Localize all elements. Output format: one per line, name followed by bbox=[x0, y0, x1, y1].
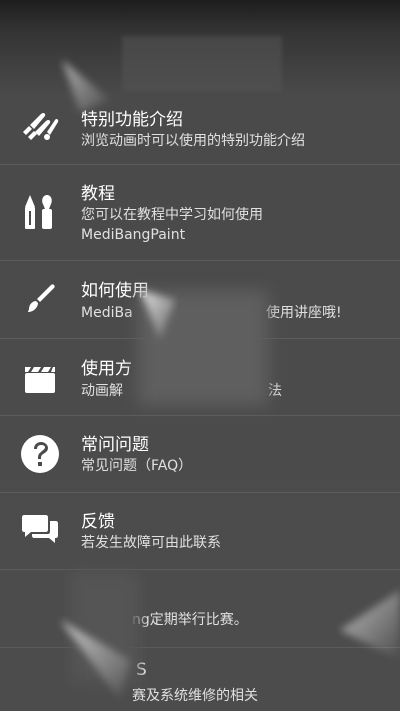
item-title: 如何使用 bbox=[81, 281, 149, 301]
item-description: 若发生故障可由此联系 bbox=[81, 535, 221, 551]
item-title: 特别功能介绍 bbox=[81, 110, 183, 130]
item-description-right: 使用讲座哦! bbox=[266, 305, 342, 321]
item-description-right: 法 bbox=[268, 383, 282, 399]
item-description-left: MediBa bbox=[81, 305, 133, 321]
item-description: 常见问题（FAQ） bbox=[81, 458, 193, 474]
item-description-line2: MediBangPaint bbox=[81, 227, 186, 243]
pencil-brush-icon bbox=[18, 191, 62, 235]
menu-item-usage[interactable]: 使用方 动画解 法 bbox=[0, 339, 400, 416]
menu-item-special-features[interactable]: 特别功能介绍 浏览动画时可以使用的特别功能介绍 bbox=[0, 88, 400, 165]
item-title: S bbox=[136, 660, 147, 680]
menu-item-feedback[interactable]: 反馈 若发生故障可由此联系 bbox=[0, 493, 400, 570]
item-description: 赛及系统维修的相关 bbox=[132, 688, 258, 704]
blurred-header-block bbox=[122, 36, 282, 92]
item-title: 常问问题 bbox=[81, 435, 149, 455]
item-title: 教程 bbox=[81, 184, 115, 204]
clapperboard-icon bbox=[18, 357, 62, 401]
menu-item-news[interactable]: S 赛及系统维修的相关 bbox=[0, 648, 400, 711]
menu-list: 特别功能介绍 浏览动画时可以使用的特别功能介绍 教程 您可以在教程中学习如何使用… bbox=[0, 88, 400, 711]
app-screen: 特别功能介绍 浏览动画时可以使用的特别功能介绍 教程 您可以在教程中学习如何使用… bbox=[0, 0, 400, 711]
item-description-left: 动画解 bbox=[81, 383, 123, 399]
question-icon bbox=[18, 432, 62, 476]
menu-item-tutorial[interactable]: 教程 您可以在教程中学习如何使用 MediBangPaint bbox=[0, 165, 400, 261]
item-title: 反馈 bbox=[81, 512, 115, 532]
item-title: 使用方 bbox=[81, 359, 132, 379]
paintbrush-icon bbox=[18, 277, 62, 321]
item-description-line1: 您可以在教程中学习如何使用 bbox=[81, 207, 263, 223]
brushes-icon bbox=[18, 104, 62, 148]
menu-item-faq[interactable]: 常问问题 常见问题（FAQ） bbox=[0, 416, 400, 493]
menu-item-contest[interactable]: ng定期举行比赛。 bbox=[0, 570, 400, 648]
chat-bubbles-icon bbox=[18, 507, 62, 551]
item-description: ng定期举行比赛。 bbox=[132, 612, 248, 628]
item-description: 浏览动画时可以使用的特别功能介绍 bbox=[81, 133, 305, 149]
menu-item-how-to-use[interactable]: 如何使用 MediBa 使用讲座哦! bbox=[0, 261, 400, 339]
